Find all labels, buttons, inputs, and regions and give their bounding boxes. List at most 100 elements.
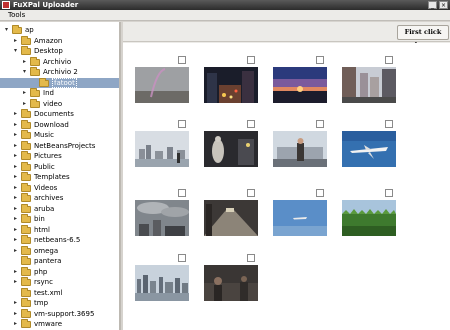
photo-thumbnail[interactable] <box>135 67 189 103</box>
tree-item[interactable]: ▸ Documents <box>0 109 119 120</box>
tree-item[interactable]: ▾ ap <box>0 25 119 36</box>
select-checkbox[interactable] <box>247 56 255 64</box>
chevron-right-icon[interactable]: ▸ <box>13 215 18 223</box>
photo-thumbnail[interactable] <box>273 131 327 167</box>
select-checkbox[interactable] <box>178 56 186 64</box>
photo-thumbnail[interactable] <box>204 67 258 103</box>
chevron-right-icon[interactable]: ▸ <box>13 247 18 255</box>
chevron-right-icon[interactable]: ▸ <box>13 299 18 307</box>
chevron-right-icon[interactable]: ▸ <box>13 142 18 150</box>
folder-tree[interactable]: ▾ ap ▸ Amazon ▾ Desktop ▸ Archivio ▾ Archivio 2 fa… <box>0 22 121 330</box>
photo-thumbnail[interactable] <box>135 265 189 301</box>
tree-item[interactable]: ▸ aruba <box>0 203 119 215</box>
tree-item[interactable]: ▸ bin <box>0 214 119 225</box>
close-button[interactable]: × <box>439 1 448 9</box>
chevron-right-icon[interactable]: ▸ <box>22 89 27 97</box>
tree-item[interactable]: ▸ vm-support.3695 <box>0 308 119 320</box>
chevron-right-icon[interactable]: ▸ <box>22 58 27 66</box>
photo-thumbnail[interactable] <box>342 131 396 167</box>
select-checkbox[interactable] <box>247 254 255 262</box>
select-checkbox[interactable] <box>316 120 324 128</box>
photo-thumbnail[interactable] <box>273 200 327 236</box>
photo-thumbnail[interactable] <box>135 131 189 167</box>
tree-item[interactable]: ▸ html <box>0 224 119 236</box>
photo-thumbnail[interactable] <box>204 200 258 236</box>
chevron-right-icon[interactable]: ▸ <box>13 184 18 192</box>
folder-icon <box>21 109 31 118</box>
tree-item[interactable]: ▸ vmware <box>0 319 119 330</box>
tree-item-label: Download <box>34 120 69 129</box>
menu-tools[interactable]: Tools <box>8 11 25 20</box>
chevron-right-icon[interactable]: ▸ <box>13 236 18 244</box>
tree-item[interactable]: ▸ php <box>0 266 119 278</box>
folder-icon <box>21 287 31 297</box>
app-icon <box>2 1 10 9</box>
select-checkbox[interactable] <box>247 120 255 128</box>
select-checkbox[interactable] <box>178 189 186 197</box>
tree-item[interactable]: ▸ rsync <box>0 277 119 288</box>
tree-item-label: fatoot <box>52 77 77 88</box>
select-checkbox[interactable] <box>385 56 393 64</box>
chevron-right-icon[interactable]: ▸ <box>13 131 18 139</box>
tree-item[interactable]: ▾ Desktop <box>0 46 119 57</box>
chevron-right-icon[interactable]: ▸ <box>13 268 18 276</box>
photo-thumbnail[interactable] <box>273 67 327 103</box>
menu-bar: Tools <box>0 10 450 21</box>
select-checkbox[interactable] <box>385 189 393 197</box>
folder-icon <box>12 25 22 34</box>
photo-thumbnail[interactable] <box>135 200 189 236</box>
tree-item[interactable]: ▸ Templates <box>0 172 119 183</box>
select-checkbox[interactable] <box>178 254 186 262</box>
chevron-down-icon[interactable]: ▾ <box>22 68 27 76</box>
select-checkbox[interactable] <box>385 120 393 128</box>
chevron-down-icon[interactable]: ▾ <box>13 47 18 55</box>
tree-item[interactable]: ▸ netbeans-6.5 <box>0 235 119 246</box>
tree-item[interactable]: ▸ archives <box>0 193 119 204</box>
tree-item[interactable]: ▸ Amazon <box>0 35 119 47</box>
tree-item[interactable]: ▾ Archivio 2 <box>0 67 119 78</box>
select-checkbox[interactable] <box>316 189 324 197</box>
chevron-right-icon[interactable]: ▸ <box>13 173 18 181</box>
photo-thumbnail[interactable] <box>204 131 258 167</box>
tree-item-label: php <box>34 267 48 276</box>
tree-item[interactable]: ▸ Videos <box>0 182 119 194</box>
chevron-right-icon[interactable]: ▸ <box>13 163 18 171</box>
photo-thumbnail[interactable] <box>342 67 396 103</box>
chevron-right-icon[interactable]: ▸ <box>13 278 18 286</box>
toolbar: First click here <box>123 22 450 49</box>
tree-item-label: ap <box>25 26 34 34</box>
tree-item[interactable]: ▸ Music <box>0 130 119 141</box>
chevron-right-icon[interactable]: ▸ <box>13 121 18 129</box>
chevron-right-icon[interactable]: ▸ <box>13 152 18 160</box>
select-checkbox[interactable] <box>178 120 186 128</box>
tree-item-label: Public <box>34 162 55 171</box>
tree-item[interactable]: ▸ Public <box>0 161 119 173</box>
photo-thumbnail[interactable] <box>342 200 396 236</box>
tree-item[interactable]: ▸ video <box>0 98 119 110</box>
chevron-right-icon[interactable]: ▸ <box>13 310 18 318</box>
photo-thumbnail[interactable] <box>204 265 258 301</box>
tree-item[interactable]: ▸ Pictures <box>0 151 119 162</box>
chevron-right-icon[interactable]: ▸ <box>13 205 18 213</box>
chevron-right-icon[interactable]: ▸ <box>22 100 27 108</box>
tree-item[interactable]: pantera <box>0 256 119 267</box>
minimize-button[interactable]: _ <box>428 1 437 9</box>
chevron-right-icon[interactable]: ▸ <box>13 37 18 45</box>
tree-item[interactable]: test.xml <box>0 287 119 299</box>
chevron-right-icon[interactable]: ▸ <box>13 226 18 234</box>
tree-item[interactable]: fatoot <box>0 77 119 88</box>
tree-item[interactable]: ▸ Archivio <box>0 56 119 68</box>
thumbnail-grid <box>123 43 450 330</box>
first-click-button[interactable]: First click here <box>397 25 449 49</box>
chevron-down-icon[interactable]: ▾ <box>4 26 9 34</box>
chevron-right-icon[interactable]: ▸ <box>13 110 18 118</box>
tree-item[interactable]: ▸ Download <box>0 119 119 131</box>
chevron-right-icon[interactable]: ▸ <box>13 320 18 328</box>
select-checkbox[interactable] <box>247 189 255 197</box>
tree-item[interactable]: ▸ omega <box>0 245 119 257</box>
tree-item[interactable]: ▸ Ind <box>0 88 119 99</box>
select-checkbox[interactable] <box>316 56 324 64</box>
tree-item[interactable]: ▸ NetBeansProjects <box>0 140 119 152</box>
tree-item[interactable]: ▸ tmp <box>0 298 119 309</box>
chevron-right-icon[interactable]: ▸ <box>13 194 18 202</box>
